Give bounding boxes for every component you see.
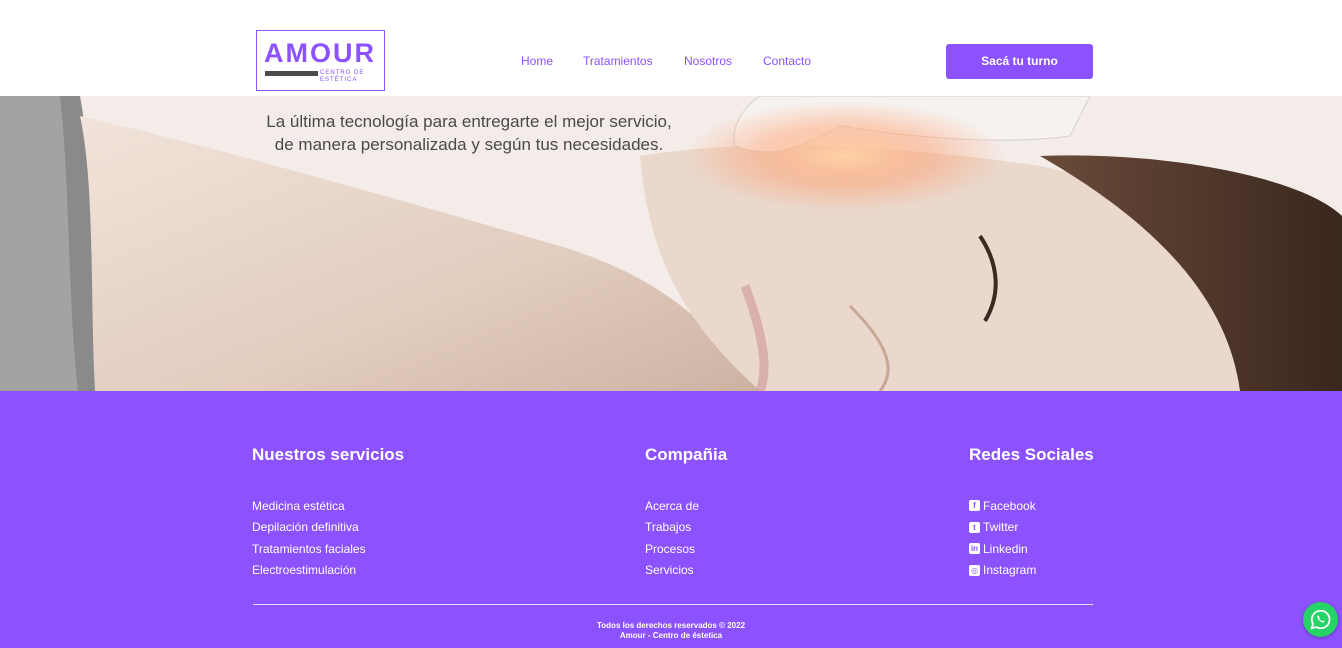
company-list: Acerca de Trabajos Procesos Servicios: [645, 495, 699, 581]
footer-divider: [253, 604, 1093, 605]
facebook-icon: f: [969, 500, 980, 512]
nav-home[interactable]: Home: [521, 54, 553, 68]
social-label: Instagram: [983, 563, 1037, 578]
site-header: AMOUR CENTRO DE ESTÉTICA Home Tratamient…: [0, 0, 1342, 96]
service-link[interactable]: Electroestimulación: [252, 560, 366, 582]
services-title: Nuestros servicios: [252, 445, 405, 464]
nav-contacto[interactable]: Contacto: [763, 54, 811, 68]
hero-banner: La última tecnología para entregarte el …: [0, 96, 1342, 391]
social-link-facebook[interactable]: f Facebook: [969, 495, 1036, 517]
linkedin-icon: in: [969, 543, 980, 555]
whatsapp-button[interactable]: [1303, 602, 1338, 637]
company-link[interactable]: Trabajos: [645, 517, 699, 539]
social-list: f Facebook t Twitter in Linkedin ◎ Insta…: [969, 495, 1036, 581]
company-link[interactable]: Servicios: [645, 560, 699, 582]
hero-tagline-line2: de manera personalizada y según tus nece…: [274, 135, 664, 154]
social-title: Redes Sociales: [969, 445, 1094, 464]
social-link-instagram[interactable]: ◎ Instagram: [969, 560, 1036, 582]
company-link[interactable]: Procesos: [645, 538, 699, 560]
nav-nosotros[interactable]: Nosotros: [684, 54, 732, 68]
logo-subtitle: CENTRO DE ESTÉTICA: [320, 70, 365, 83]
social-label: Linkedin: [983, 541, 1028, 556]
hero-tagline: La última tecnología para entregarte el …: [254, 110, 684, 156]
company-title: Compañia: [645, 445, 728, 464]
social-label: Facebook: [983, 498, 1036, 513]
instagram-icon: ◎: [969, 564, 980, 576]
nav-tratamientos[interactable]: Tratamientos: [583, 54, 653, 68]
social-link-linkedin[interactable]: in Linkedin: [969, 538, 1036, 560]
whatsapp-icon: [1310, 609, 1331, 630]
copyright-line1: Todos los derechos reservados © 2022: [596, 621, 746, 630]
service-link[interactable]: Tratamientos faciales: [252, 538, 366, 560]
site-footer: Nuestros servicios Medicina estética Dep…: [0, 391, 1342, 648]
social-link-twitter[interactable]: t Twitter: [969, 517, 1036, 539]
logo-bar: [265, 71, 318, 76]
brand-logo[interactable]: AMOUR CENTRO DE ESTÉTICA: [256, 30, 385, 91]
copyright: Todos los derechos reservados © 2022 Amo…: [0, 621, 1342, 641]
copyright-line2: Amour - Centro de éstetica: [619, 631, 723, 640]
company-link[interactable]: Acerca de: [645, 495, 699, 517]
logo-wordmark: AMOUR: [264, 38, 376, 68]
hero-tagline-line1: La última tecnología para entregarte el …: [266, 112, 672, 131]
service-link[interactable]: Depilación definitiva: [252, 517, 366, 539]
services-list: Medicina estética Depilación definitiva …: [252, 495, 366, 581]
social-label: Twitter: [983, 520, 1019, 535]
book-appointment-button[interactable]: Sacá tu turno: [946, 44, 1093, 79]
service-link[interactable]: Medicina estética: [252, 495, 366, 517]
twitter-icon: t: [969, 521, 980, 533]
